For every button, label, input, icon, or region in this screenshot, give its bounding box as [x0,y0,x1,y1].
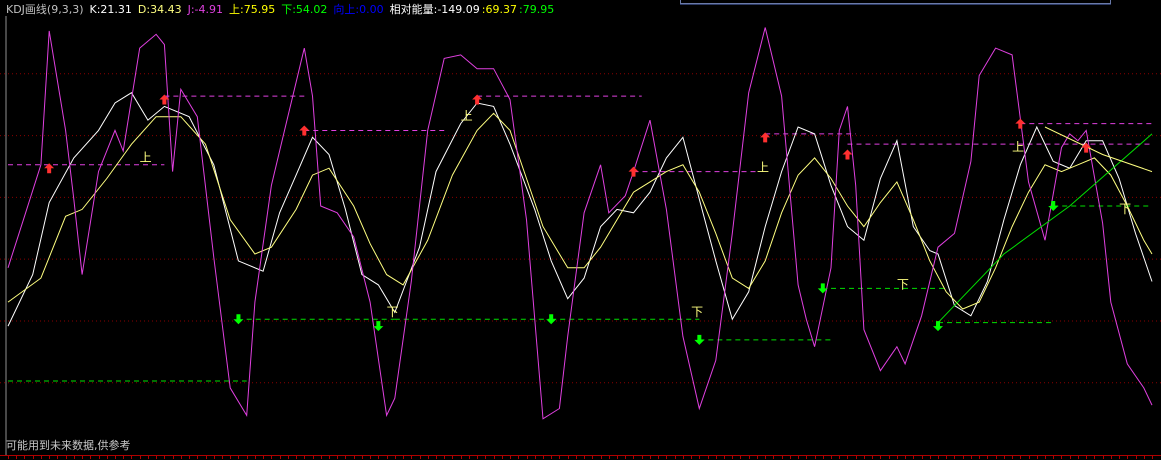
signal-label-7: 下 [1119,202,1131,216]
signal-label-0: 上 [140,150,152,164]
relative-energy-value-3: :79.95 [519,3,555,16]
k-value: K:21.31 [89,3,132,16]
kdj-chart[interactable]: 上上上上下 下下下 [0,0,1161,460]
signal-label-3: 上 [1012,140,1024,154]
peak-arrow-icon-4 [628,166,639,177]
footer-note: 可能用到未来数据,供参考 [6,439,131,452]
trough-arrow-icon-3 [694,334,705,345]
signal-label-2: 上 [757,161,769,175]
relative-energy-value: 相对能量:-149.09 [389,3,480,16]
series-k-line [7,92,1153,327]
peak-arrow-icon-7 [1015,118,1026,129]
series-j-line [7,27,1153,420]
d-value: D:34.43 [137,3,182,16]
signal-label-1: 上 [461,109,473,123]
series-trend-up-line [937,133,1153,324]
trough-arrow-icon-0 [233,314,244,325]
trough-arrow-icon-2 [546,314,557,325]
signal-label-4: 下 [387,305,399,319]
trough-arrow-icon-1 [373,321,384,332]
relative-energy-value-2: :69.37 [481,3,517,16]
signal-label-6: 下 [897,277,909,291]
peak-arrow-icon-6 [842,149,853,160]
signal-label-5: 下 [691,305,703,319]
down-value: 下:54.02 [281,3,328,16]
upward-value: 向上:0.00 [333,3,384,16]
peak-arrow-icon-2 [299,125,310,136]
kdj-chart-window: 上上上上下下下下 KDJ画线(9,3,3) K:21.31 D:34.43 J:-4.… [0,0,1161,460]
up-value: 上:75.95 [229,3,276,16]
series-d-line [7,112,1153,310]
trough-arrow-icon-6 [1048,200,1059,211]
j-value: J:-4.91 [187,3,224,16]
indicator-name: KDJ画线(9,3,3) [6,3,84,16]
indicator-header: KDJ画线(9,3,3) K:21.31 D:34.43 J:-4.91 上:75.95… [6,2,560,17]
